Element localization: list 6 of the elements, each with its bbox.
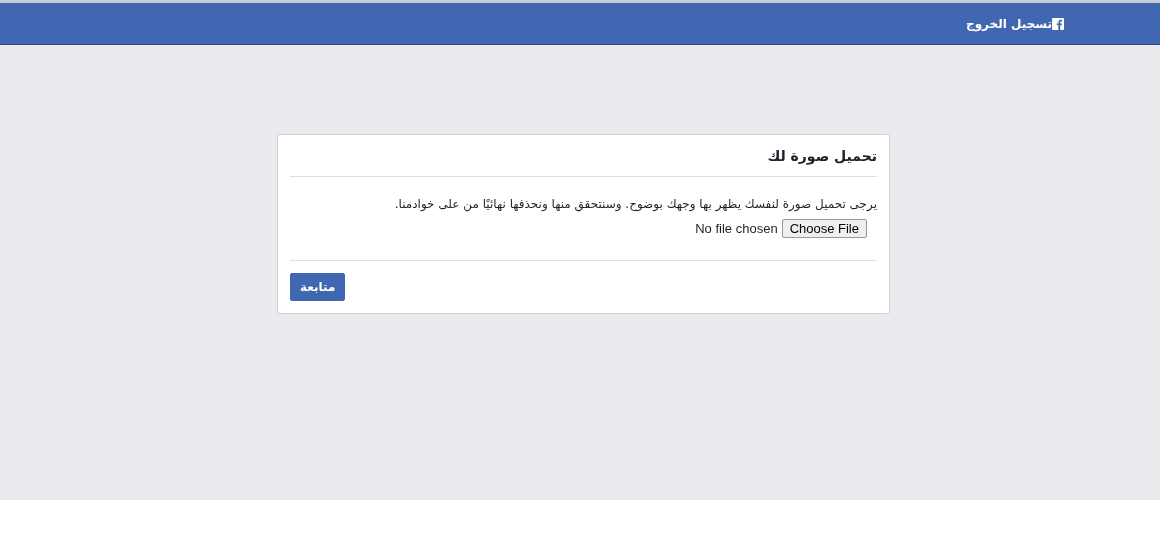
dialog-title: تحميل صورة لك [290, 135, 877, 177]
dialog-message: يرجى تحميل صورة لنفسك يظهر بها وجهك بوضوح. وسنتحقق منها ونحذفها نهائيًا من على خوادمنا. [393, 197, 877, 211]
file-status: No file chosen [695, 221, 778, 236]
continue-button[interactable]: متابعة [290, 273, 346, 301]
logout-link[interactable]: تسجيل الخروج [966, 16, 1052, 31]
choose-file-button[interactable]: Choose File [781, 219, 867, 238]
